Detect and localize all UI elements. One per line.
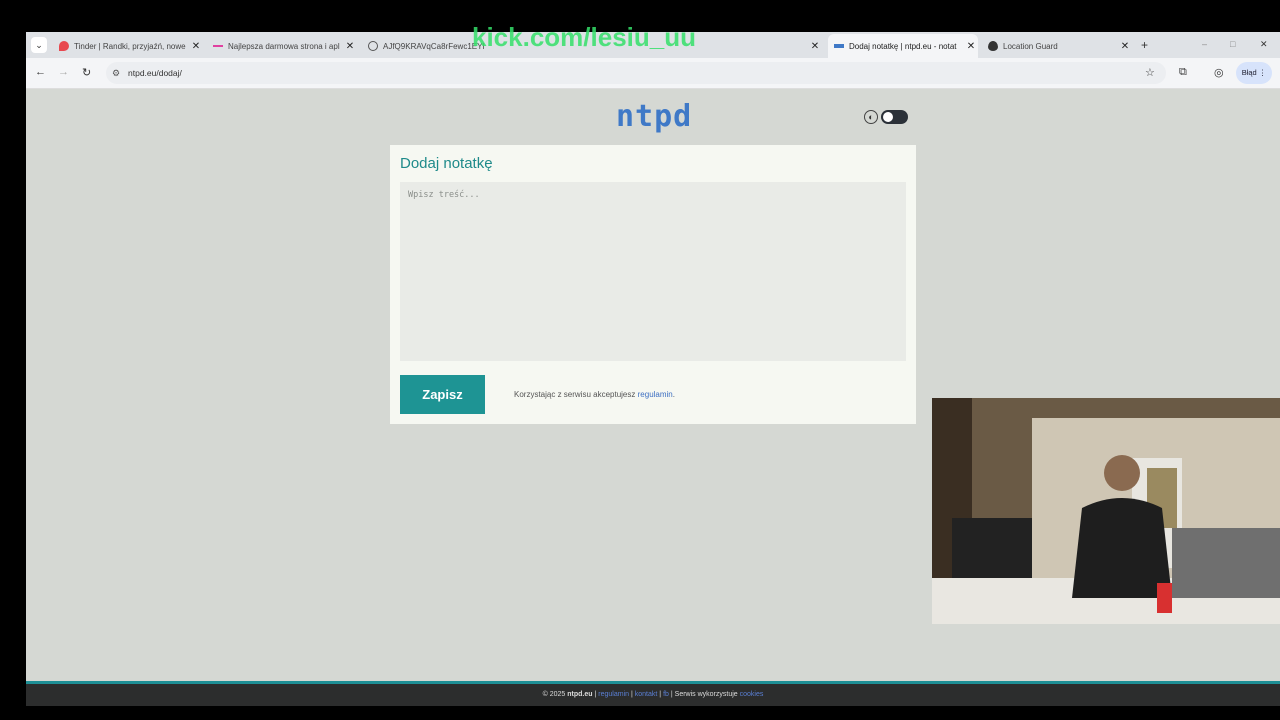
minimize-button[interactable]: – <box>1202 39 1207 49</box>
close-tab-icon[interactable]: ✕ <box>1118 41 1132 52</box>
tab-tinder[interactable]: Tinder | Randki, przyjaźń, nowe ✕ <box>53 34 203 58</box>
tab-ntpd[interactable]: Dodaj notatkę | ntpd.eu - notat ✕ <box>828 34 978 58</box>
account-icon[interactable]: ◎ <box>1214 66 1224 79</box>
url-text: ntpd.eu/dodaj/ <box>128 68 182 78</box>
footer-link-kontakt[interactable]: kontakt <box>635 691 658 698</box>
more-menu-icon[interactable]: ⋮ <box>1259 68 1267 77</box>
terms-notice: Korzystając z serwisu akceptujesz regula… <box>514 390 675 399</box>
footer-separator: | <box>659 691 662 698</box>
toolbar: ← → ↻ ⚙ ntpd.eu/dodaj/ ☆ ⧉ ◎ Błąd ⋮ <box>26 58 1280 89</box>
location-guard-icon <box>988 41 998 51</box>
close-tab-icon[interactable]: ✕ <box>964 41 978 52</box>
footer-link-fb[interactable]: fb <box>663 691 669 698</box>
dark-mode-toggle[interactable] <box>881 110 908 124</box>
site-info-icon[interactable]: ⚙ <box>112 62 120 84</box>
new-tab-button[interactable]: + <box>1141 38 1148 52</box>
profile-label: Błąd <box>1241 68 1257 77</box>
close-window-button[interactable]: ✕ <box>1260 39 1268 50</box>
tab-title: Tinder | Randki, przyjaźń, nowe <box>74 41 186 51</box>
bookmark-star-icon[interactable]: ☆ <box>1145 66 1155 79</box>
close-tab-icon[interactable]: ✕ <box>189 41 203 52</box>
terms-end: . <box>672 390 675 399</box>
page-title: Dodaj notatkę <box>400 155 493 172</box>
footer-separator: | <box>630 691 633 698</box>
tab-title: Najlepsza darmowa strona i apl <box>228 41 340 51</box>
ntpd-favicon-icon <box>834 44 844 48</box>
theme-icon: ◐ <box>864 110 878 124</box>
footer: © 2025 ntpd.eu | regulamin | kontakt | f… <box>26 681 1280 706</box>
footer-cookies-text: Serwis wykorzystuje <box>674 691 738 698</box>
reload-icon[interactable]: ↻ <box>82 66 91 79</box>
profile-button[interactable]: Błąd ⋮ <box>1236 62 1272 84</box>
webcam-image <box>932 398 1280 624</box>
tab-title: Dodaj notatkę | ntpd.eu - notat <box>849 41 957 51</box>
back-icon[interactable]: ← <box>35 66 46 78</box>
terms-text: Korzystając z serwisu akceptujesz <box>514 390 636 399</box>
site-favicon-icon <box>213 45 223 47</box>
footer-separator: | <box>670 691 673 698</box>
toggle-knob <box>883 112 893 122</box>
globe-icon <box>368 41 378 51</box>
footer-copyright: © 2025 <box>542 691 566 698</box>
footer-link-cookies[interactable]: cookies <box>740 691 764 698</box>
terms-link[interactable]: regulamin <box>638 390 673 399</box>
save-button[interactable]: Zapisz <box>400 375 485 414</box>
maximize-button[interactable]: □ <box>1230 39 1235 49</box>
close-tab-icon[interactable]: ✕ <box>343 41 357 52</box>
close-tab-icon[interactable]: ✕ <box>808 41 822 52</box>
tab-search-button[interactable]: ⌄ <box>31 37 47 53</box>
tab-location-guard[interactable]: Location Guard ✕ <box>982 34 1132 58</box>
tab-title: Location Guard <box>1003 41 1058 51</box>
address-bar[interactable]: ⚙ ntpd.eu/dodaj/ <box>106 62 1166 84</box>
footer-separator: | <box>594 691 597 698</box>
webcam-overlay <box>932 398 1280 624</box>
note-textarea[interactable] <box>400 182 906 361</box>
stream-watermark: kick.com/lesiu_uu <box>472 22 696 52</box>
note-card: Dodaj notatkę Zapisz Korzystając z serwi… <box>390 145 916 424</box>
footer-site: ntpd.eu <box>567 691 593 698</box>
site-logo[interactable]: ntpd <box>616 99 692 134</box>
tinder-icon <box>59 41 69 51</box>
forward-icon[interactable]: → <box>58 66 69 78</box>
footer-link-regulamin[interactable]: regulamin <box>598 691 629 698</box>
extensions-icon[interactable]: ⧉ <box>1179 66 1187 79</box>
tab-najlepsza[interactable]: Najlepsza darmowa strona i apl ✕ <box>207 34 357 58</box>
